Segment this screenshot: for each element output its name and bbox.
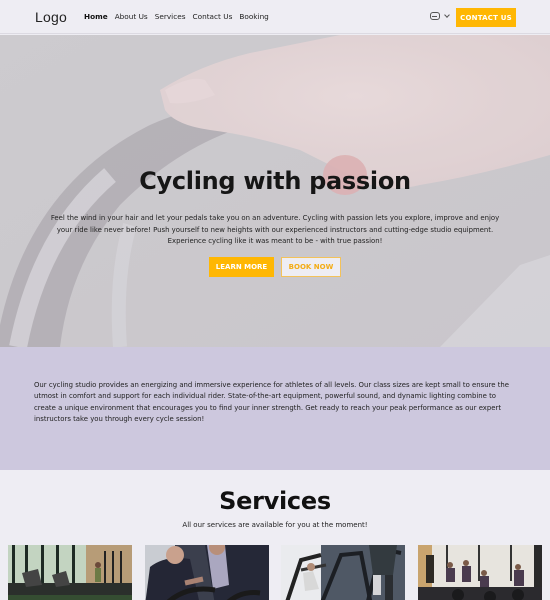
top-navigation: Logo Home About Us Services Contact Us B… [0,0,550,34]
service-card-spin-class[interactable] [418,545,542,600]
chevron-down-icon [444,11,450,18]
service-image-spin-class [418,545,542,600]
globe-icon [430,12,440,20]
nav-item-services[interactable]: Services [155,12,186,21]
service-image-coaching [145,545,269,600]
service-card-stair-climber[interactable] [281,545,405,600]
hero-section: Cycling with passion Feel the wind in yo… [0,35,550,347]
service-card-coaching[interactable] [145,545,269,600]
service-card-treadmill[interactable] [8,545,132,600]
language-selector[interactable] [430,11,450,20]
services-section: Services All our services are available … [0,470,550,600]
service-image-stair-climber [281,545,405,600]
nav-item-home[interactable]: Home [84,12,108,21]
services-subtitle: All our services are available for you a… [182,521,368,529]
learn-more-button[interactable]: LEARN MORE [209,257,274,277]
services-title: Services [219,487,331,515]
main-menu: Home About Us Services Contact Us Bookin… [84,12,269,21]
hero-title: Cycling with passion [139,167,411,195]
contact-us-button[interactable]: CONTACT US [456,8,516,27]
hero-description: Feel the wind in your hair and let your … [50,214,500,245]
logo[interactable]: Logo [35,9,67,25]
about-description: Our cycling studio provides an energizin… [34,381,510,424]
about-section: Our cycling studio provides an energizin… [0,347,550,470]
book-now-button[interactable]: BOOK NOW [281,257,341,277]
service-image-treadmill [8,545,132,600]
nav-item-about-us[interactable]: About Us [115,12,148,21]
nav-item-booking[interactable]: Booking [239,12,268,21]
nav-item-contact-us[interactable]: Contact Us [193,12,233,21]
